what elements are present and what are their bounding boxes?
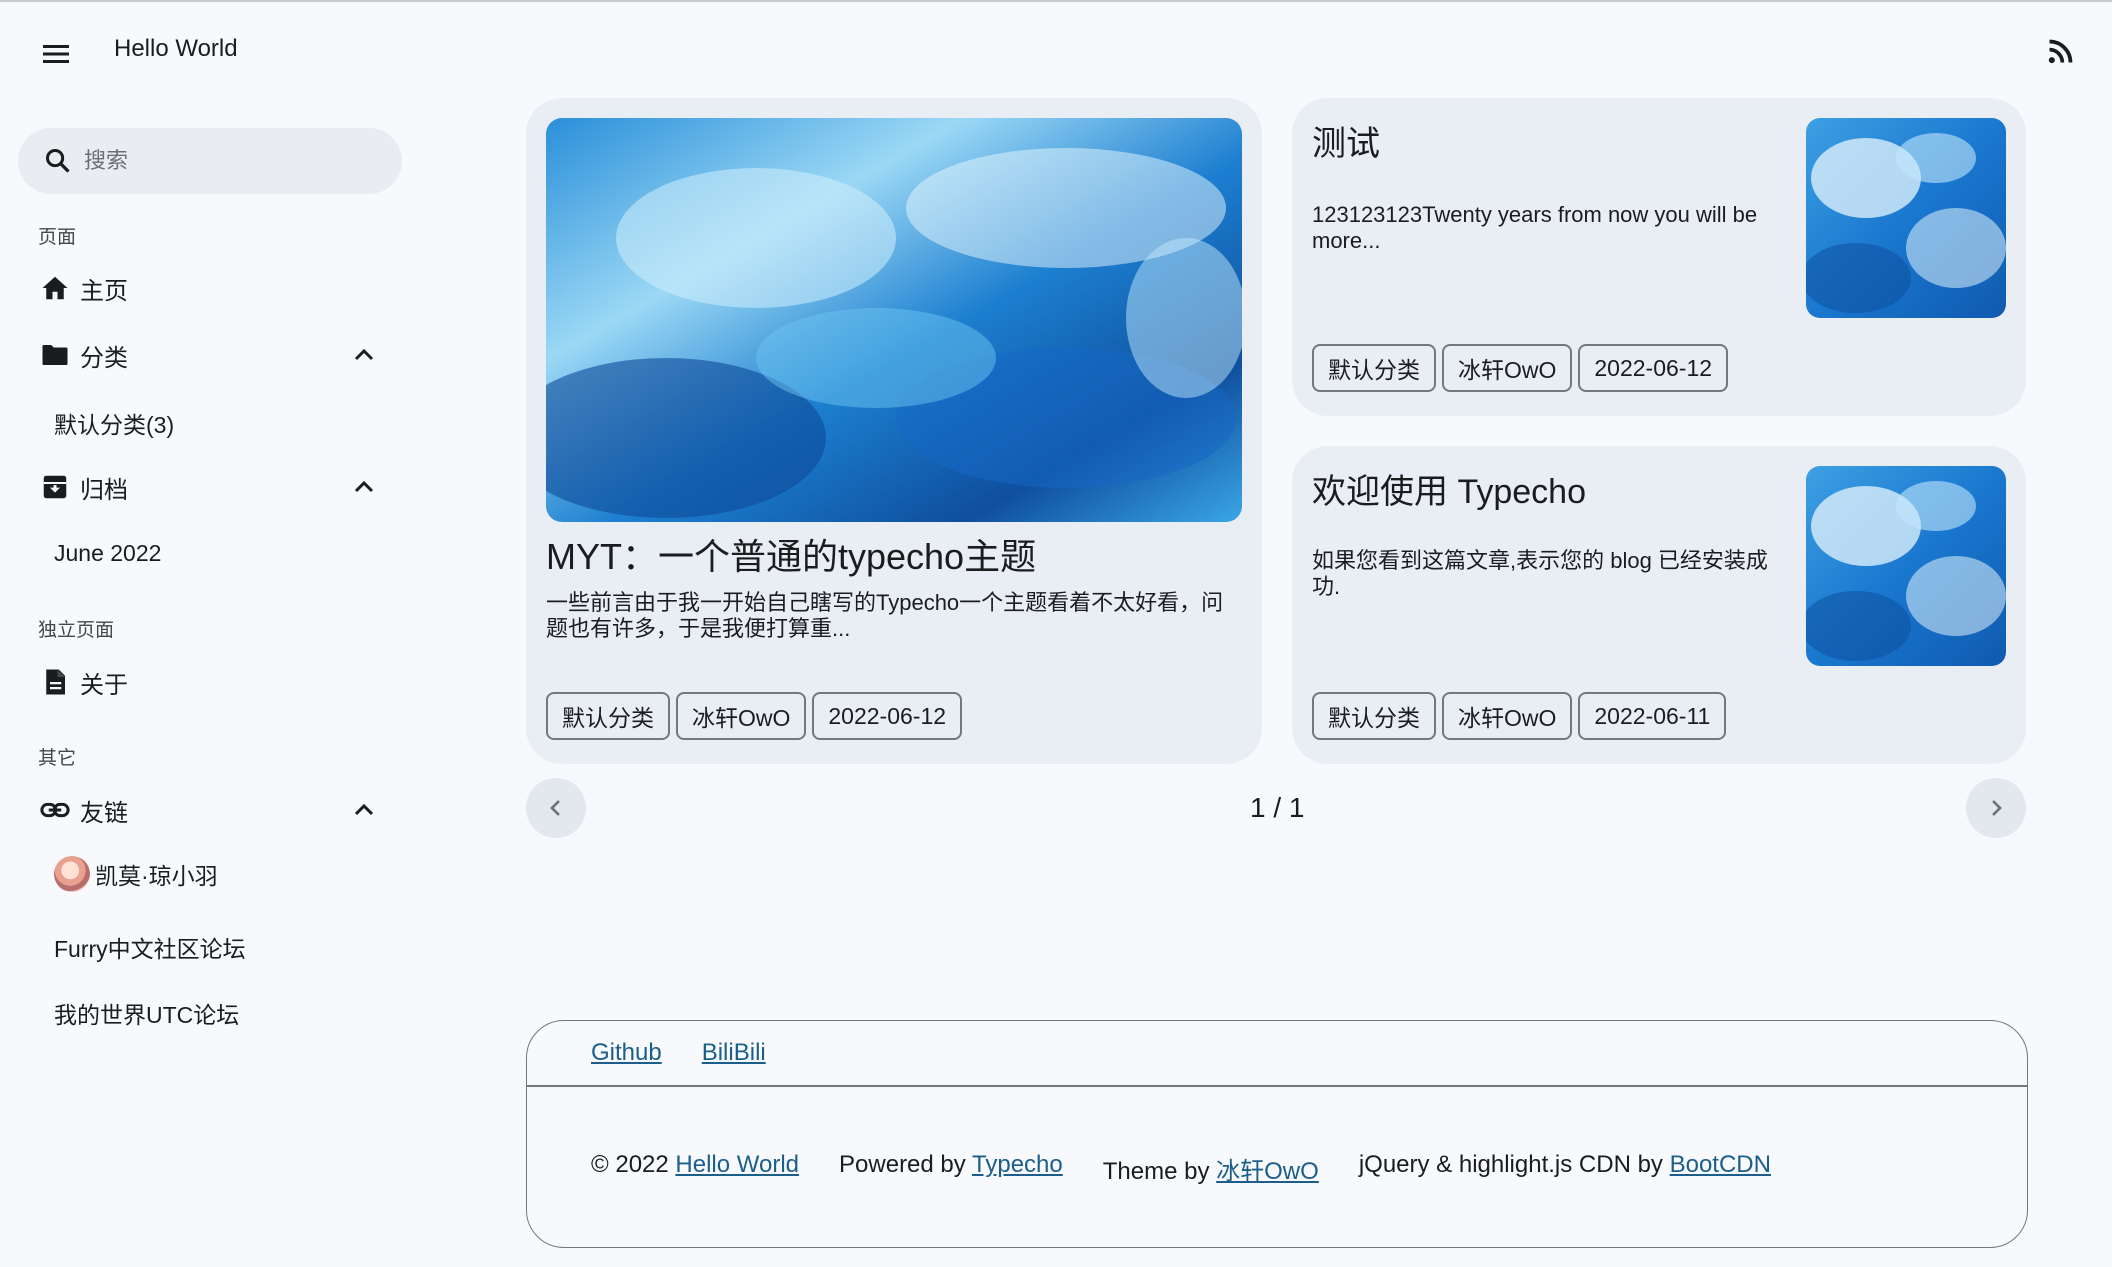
pages-section-title: 页面 [38,227,77,248]
search-input[interactable] [84,148,384,174]
copyright-text: © 2022 Hello World [591,1151,799,1186]
sidebar-item-categories[interactable]: 分类 [38,329,380,381]
footer-info: © 2022 Hello World Powered by Typecho Th… [591,1151,1771,1186]
home-icon [38,271,72,305]
avatar [54,856,90,892]
post-card-test[interactable]: 测试 123123123Twenty years from now you wi… [1292,98,2026,416]
chevron-left-icon [550,800,560,816]
archive-item-june-2022[interactable]: June 2022 [54,540,161,567]
link-icon [38,793,72,827]
post-title[interactable]: MYT：一个普通的typecho主题 [546,528,1036,580]
copyright-prefix: © 2022 [591,1151,676,1178]
app-title[interactable]: Hello World [114,35,238,63]
site-link[interactable]: Hello World [675,1151,799,1178]
author-chip[interactable]: 冰轩OwO [1442,692,1573,740]
post-meta-chips: 默认分类 冰轩OwO 2022-06-12 [1312,344,1729,392]
category-chip[interactable]: 默认分类 [1312,344,1436,392]
post-meta-chips: 默认分类 冰轩OwO 2022-06-11 [1312,692,1727,740]
menu-button[interactable] [32,30,80,78]
other-section-title: 其它 [38,748,77,769]
archive-icon [38,470,72,504]
cdn-prefix: jQuery & highlight.js CDN by [1358,1151,1670,1178]
cdn-text: jQuery & highlight.js CDN by BootCDN [1359,1151,1771,1186]
page-indicator: 1 / 1 [1250,792,1305,823]
sidebar-item-label: 分类 [80,344,128,372]
date-chip[interactable]: 2022-06-12 [1578,344,1729,392]
rss-button[interactable] [2036,28,2084,76]
chevron-up-icon[interactable] [348,794,380,826]
powered-prefix: Powered by [839,1151,973,1178]
author-chip[interactable]: 冰轩OwO [1442,344,1573,392]
bootcdn-link[interactable]: BootCDN [1670,1151,1771,1178]
bilibili-link[interactable]: BiliBili [702,1039,766,1067]
author-chip[interactable]: 冰轩OwO [676,692,807,740]
theme-text: Theme by 冰轩OwO [1103,1151,1319,1186]
sidebar-item-label: 关于 [80,671,128,699]
chevron-right-icon [1992,800,2002,816]
standalone-section-title: 独立页面 [38,620,115,641]
github-link[interactable]: Github [591,1039,662,1067]
post-title[interactable]: 测试 [1312,116,1380,165]
chevron-up-icon[interactable] [348,471,380,503]
friend-link-1[interactable]: 凯莫·琼小羽 [54,856,218,892]
sidebar-item-label: 主页 [80,277,128,305]
category-chip[interactable]: 默认分类 [546,692,670,740]
footer-links: Github BiliBili [591,1039,766,1067]
sidebar-item-friends[interactable]: 友链 [38,784,380,836]
post-title[interactable]: 欢迎使用 Typecho [1312,464,1586,513]
date-chip[interactable]: 2022-06-11 [1578,692,1727,740]
rss-icon [2048,39,2073,64]
typecho-link[interactable]: Typecho [972,1151,1063,1178]
post-cover-image[interactable] [1806,118,2006,318]
friend-link-3[interactable]: 我的世界UTC论坛 [54,996,239,1030]
category-chip[interactable]: 默认分类 [1312,692,1436,740]
sidebar-item-label: 归档 [80,476,128,504]
post-excerpt: 123123123Twenty years from now you will … [1312,202,1758,253]
post-meta-chips: 默认分类 冰轩OwO 2022-06-12 [546,692,963,740]
theme-author-link[interactable]: 冰轩OwO [1216,1158,1319,1185]
footer-divider [527,1085,2027,1087]
date-chip[interactable]: 2022-06-12 [812,692,963,740]
theme-prefix: Theme by [1102,1158,1217,1185]
post-cover-image[interactable] [546,118,1242,522]
friend-link-label: 凯莫·琼小羽 [95,863,218,889]
sidebar-item-home[interactable]: 主页 [38,262,380,314]
post-card-featured[interactable]: MYT：一个普通的typecho主题 一些前言由于我一开始自己瞎写的Typech… [526,98,1262,764]
folder-icon [38,338,72,372]
friend-link-2[interactable]: Furry中文社区论坛 [54,930,246,964]
document-icon [38,665,72,699]
post-excerpt: 一些前言由于我一开始自己瞎写的Typecho一个主题看着不太好看，问题也有许多，… [546,590,1224,641]
post-card-welcome[interactable]: 欢迎使用 Typecho 如果您看到这篇文章,表示您的 blog 已经安装成功.… [1292,446,2026,764]
search-icon [45,148,70,173]
menu-icon [43,45,69,63]
powered-text: Powered by Typecho [839,1151,1063,1186]
post-excerpt: 如果您看到这篇文章,表示您的 blog 已经安装成功. [1312,548,1768,599]
chevron-up-icon[interactable] [348,339,380,371]
prev-page-button[interactable] [526,778,586,838]
post-cover-image[interactable] [1806,466,2006,666]
sidebar-item-about[interactable]: 关于 [38,656,380,708]
next-page-button[interactable] [1966,778,2026,838]
sidebar: 页面 主页 分类 默认分类(3) 归档 June 2022 [0,100,420,1100]
top-app-bar: Hello World [0,2,2112,98]
sidebar-item-label: 友链 [80,799,128,827]
sidebar-item-archive[interactable]: 归档 [38,461,380,513]
search-box [18,128,402,194]
category-item-default[interactable]: 默认分类(3) [54,406,174,440]
footer: Github BiliBili © 2022 Hello World Power… [526,1020,2028,1248]
